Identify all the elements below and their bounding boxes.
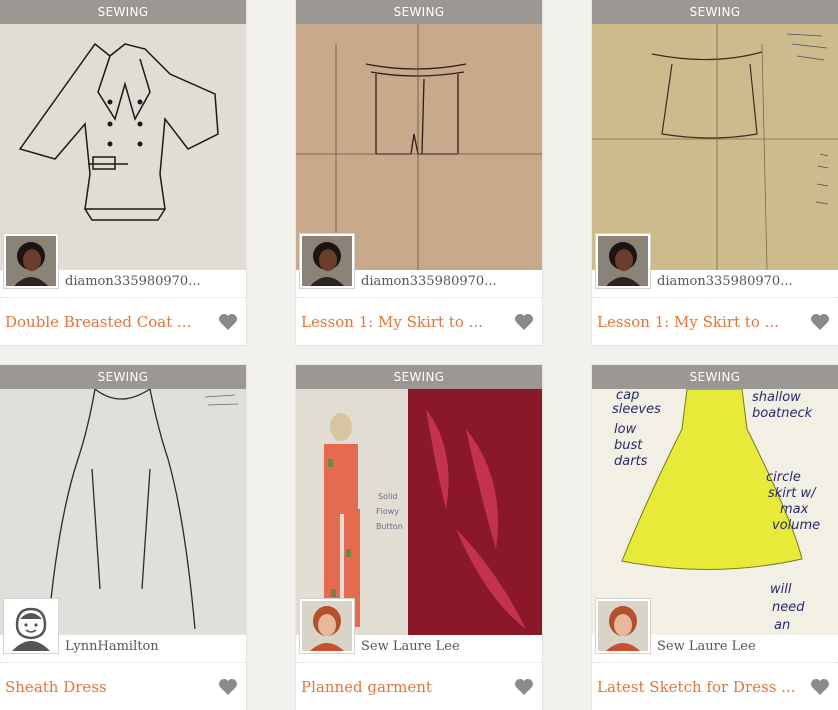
sketch-note: max (780, 502, 809, 517)
divider (0, 662, 246, 663)
heart-icon[interactable] (514, 678, 534, 696)
sketch-note: shallow (752, 390, 801, 405)
project-card[interactable]: SEWING cap sleeves low bust darts shallo… (592, 365, 838, 710)
sketch-note: Flowy (376, 507, 399, 516)
project-card[interactable]: SEWING (0, 0, 246, 345)
sketch-note: low (614, 422, 637, 437)
user-avatar[interactable] (4, 599, 58, 653)
heart-icon[interactable] (218, 313, 238, 331)
category-label[interactable]: SEWING (592, 0, 838, 24)
sketch-note: circle (766, 470, 801, 485)
sketch-note: skirt w/ (768, 486, 817, 501)
username[interactable]: Sew Laure Lee (657, 639, 827, 654)
heart-icon[interactable] (810, 678, 830, 696)
username[interactable]: diamon335980970... (65, 274, 235, 289)
sketch-note: will (770, 582, 792, 597)
project-title[interactable]: Sheath Dress (5, 678, 210, 696)
sketch-note: sleeves (612, 402, 661, 417)
heart-icon[interactable] (810, 313, 830, 331)
project-card[interactable]: SEWING (0, 365, 246, 710)
category-label[interactable]: SEWING (0, 365, 246, 389)
project-title[interactable]: Planned garment (301, 678, 506, 696)
project-title[interactable]: Lesson 1: My Skirt to ... (301, 313, 506, 331)
username[interactable]: diamon335980970... (361, 274, 531, 289)
sketch-note: need (772, 600, 805, 615)
sketch-note: an (774, 618, 790, 633)
category-label[interactable]: SEWING (0, 0, 246, 24)
sketch-note: Solid (378, 492, 398, 501)
project-title[interactable]: Latest Sketch for Dress ... (597, 678, 802, 696)
divider (296, 297, 542, 298)
username[interactable]: LynnHamilton (65, 639, 235, 654)
sketch-note: Button (376, 522, 403, 531)
username[interactable]: diamon335980970... (657, 274, 827, 289)
project-card[interactable]: SEWING (296, 0, 542, 345)
project-card[interactable]: SEWING (592, 0, 838, 345)
project-card[interactable]: SEWING Solid Flowy Button Sew Laure Lee … (296, 365, 542, 710)
project-title[interactable]: Double Breasted Coat ... (5, 313, 210, 331)
user-avatar[interactable] (300, 599, 354, 653)
category-label[interactable]: SEWING (296, 0, 542, 24)
divider (592, 662, 838, 663)
sketch-note: bust (614, 438, 643, 453)
project-title[interactable]: Lesson 1: My Skirt to ... (597, 313, 802, 331)
category-label[interactable]: SEWING (592, 365, 838, 389)
sketch-note: darts (614, 454, 648, 469)
heart-icon[interactable] (514, 313, 534, 331)
divider (592, 297, 838, 298)
sketch-note: boatneck (752, 406, 813, 421)
user-avatar[interactable] (596, 234, 650, 288)
user-avatar[interactable] (4, 234, 58, 288)
sketch-note: cap (616, 389, 639, 403)
category-label[interactable]: SEWING (296, 365, 542, 389)
divider (296, 662, 542, 663)
heart-icon[interactable] (218, 678, 238, 696)
user-avatar[interactable] (596, 599, 650, 653)
username[interactable]: Sew Laure Lee (361, 639, 531, 654)
user-avatar[interactable] (300, 234, 354, 288)
divider (0, 297, 246, 298)
sketch-note: volume (772, 518, 820, 533)
